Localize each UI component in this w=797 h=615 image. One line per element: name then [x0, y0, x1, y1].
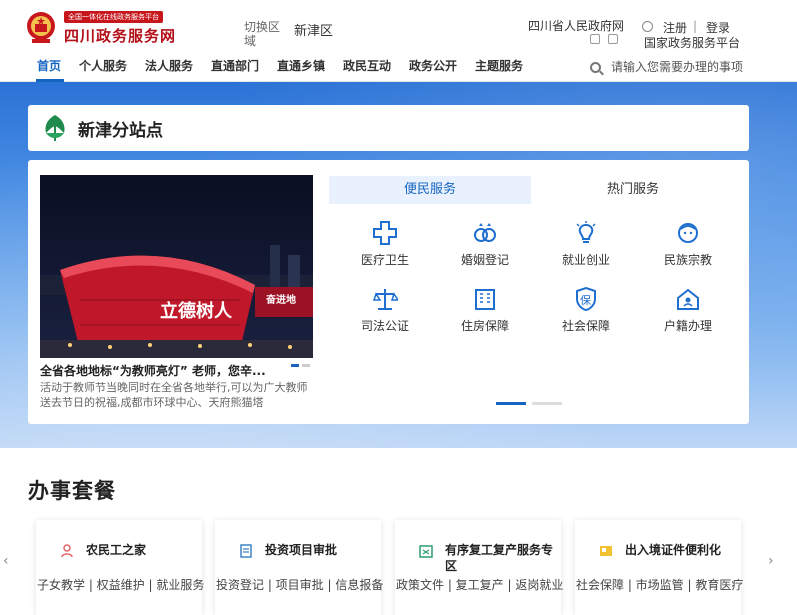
current-area-label: 新津区: [294, 24, 334, 39]
worker-icon: [61, 544, 73, 558]
site-title: 四川政务服务网: [64, 27, 177, 45]
nav-corporate[interactable]: 法人服务: [145, 57, 193, 74]
user-icon: [642, 21, 653, 32]
package-head: 投资项目审批: [215, 542, 381, 558]
news-headline[interactable]: 全省各地地标“为教师亮灯” 老师，您辛...: [40, 362, 313, 379]
service-label: 就业创业: [561, 253, 610, 267]
search-icon[interactable]: [590, 61, 601, 73]
package-card-investment[interactable]: 投资项目审批: [215, 520, 381, 615]
nav-towns[interactable]: 直通乡镇: [277, 57, 325, 74]
service-marriage[interactable]: 婚姻登记: [435, 220, 535, 268]
package-links-migrant[interactable]: 子女教学 | 权益维护 | 就业服务: [37, 576, 204, 593]
package-name: 投资项目审批: [265, 543, 338, 557]
scales-icon: [372, 289, 398, 310]
home-id-icon: [677, 288, 699, 310]
photo-sign-left: 立德树人: [160, 300, 233, 322]
service-housing[interactable]: 住房保障: [435, 286, 535, 334]
leaf-logo-icon: [45, 115, 65, 141]
photo-sign-right: 奋进地: [265, 293, 296, 306]
package-name: 有序复工复产服务专区: [445, 543, 554, 573]
package-links-investment[interactable]: 投资登记 | 项目审批 | 信息报备: [216, 576, 383, 593]
package-links-resumption[interactable]: 政策文件 | 复工复产 | 返岗就业: [396, 576, 563, 593]
platform-tag: 全国一体化在线政务服务平台: [64, 11, 163, 23]
service-employment[interactable]: 就业创业: [536, 220, 636, 268]
national-platform-link[interactable]: 国家政务服务平台: [644, 34, 740, 51]
news-carousel-dots[interactable]: [291, 364, 310, 367]
factory-icon: [419, 545, 433, 558]
service-label: 户籍办理: [663, 319, 712, 333]
nav-personal[interactable]: 个人服务: [79, 57, 127, 74]
ethnic-face-icon: [678, 223, 698, 243]
news-description: 活动于教师节当晚同时在全省各地举行,可以为广大教师送去节日的祝福,成都市环球中心…: [40, 381, 308, 409]
package-head: 有序复工复产服务专区: [395, 542, 561, 574]
service-label: 民族宗教: [663, 253, 712, 267]
search-box[interactable]: [590, 56, 770, 78]
package-head: 出入境证件便利化: [575, 542, 741, 558]
service-social-security[interactable]: 保 社会保障: [536, 286, 636, 334]
nav-home[interactable]: 首页: [37, 57, 61, 74]
passport-icon: [600, 546, 612, 556]
package-name: 农民工之家: [86, 543, 147, 557]
news-photo[interactable]: 立德树人 奋进地: [40, 175, 313, 358]
service-label: 住房保障: [460, 319, 509, 333]
news-dot-active[interactable]: [291, 364, 299, 367]
site-header: 全国一体化在线政务服务平台 四川政务服务网 切换区域 新津区 四川省人民政府网 …: [0, 0, 797, 52]
package-card-resumption[interactable]: 有序复工复产服务专区: [395, 520, 561, 615]
medical-cross-icon: [373, 221, 397, 245]
package-card-migrant-workers[interactable]: 农民工之家: [36, 520, 202, 615]
pager-dot-active[interactable]: [496, 402, 526, 405]
pager-dot[interactable]: [532, 402, 562, 405]
service-judicial[interactable]: 司法公证: [335, 286, 435, 334]
package-head: 农民工之家: [36, 542, 202, 558]
service-medical[interactable]: 医疗卫生: [335, 220, 435, 268]
packages-next-arrow[interactable]: ›: [768, 553, 774, 569]
substation-title: 新津分站点: [78, 120, 163, 141]
svg-text:保: 保: [580, 293, 591, 307]
rings-icon: [474, 223, 496, 242]
nav-departments[interactable]: 直通部门: [211, 57, 259, 74]
logo-text: 全国一体化在线政务服务平台 四川政务服务网: [64, 8, 176, 46]
search-input[interactable]: [611, 60, 761, 74]
nav-themes[interactable]: 主题服务: [475, 57, 523, 74]
lightbulb-icon: [576, 221, 596, 243]
service-label: 社会保障: [561, 319, 610, 333]
service-label: 司法公证: [360, 319, 409, 333]
weibo-icon[interactable]: [590, 34, 600, 44]
packages-title: 办事套餐: [28, 479, 116, 503]
tab-hot-services[interactable]: 热门服务: [532, 176, 734, 204]
main-nav: 首页 个人服务 法人服务 直通部门 直通乡镇 政民互动 政务公开 主题服务: [0, 52, 797, 82]
service-household-registration[interactable]: 户籍办理: [638, 286, 738, 334]
nav-interaction[interactable]: 政民互动: [343, 57, 391, 74]
tab-convenience-services[interactable]: 便民服务: [329, 176, 531, 204]
mobile-icon[interactable]: [608, 34, 618, 44]
nav-gov-affairs[interactable]: 政务公开: [409, 57, 457, 74]
gov-icon-group: [590, 34, 618, 44]
site-logo[interactable]: 全国一体化在线政务服务平台 四川政务服务网: [26, 8, 176, 46]
service-label: 医疗卫生: [360, 253, 409, 267]
shield-bao-icon: 保: [576, 286, 596, 312]
national-emblem-icon: [27, 12, 55, 43]
document-icon: [240, 544, 252, 558]
package-card-exit-entry[interactable]: 出入境证件便利化: [575, 520, 741, 615]
switch-area-link[interactable]: 切换区域: [244, 20, 282, 48]
news-photo-image: 立德树人 奋进地: [40, 175, 313, 358]
substation-header: 新津分站点: [28, 105, 749, 151]
provincial-gov-link[interactable]: 四川省人民政府网: [528, 17, 624, 34]
service-pager[interactable]: [496, 402, 562, 405]
news-dot[interactable]: [302, 364, 310, 367]
package-links-exit-entry[interactable]: 社会保障 | 市场监管 | 教育医疗: [576, 576, 743, 593]
service-tabs: 便民服务 热门服务: [329, 176, 734, 204]
housing-icon: [475, 289, 495, 310]
service-ethnic-religion[interactable]: 民族宗教: [638, 220, 738, 268]
service-label: 婚姻登记: [460, 253, 509, 267]
service-card: 立德树人 奋进地 全省各地地标“为教师亮灯” 老师，您辛... 活动于教师节当晚…: [28, 160, 749, 424]
packages-prev-arrow[interactable]: ‹: [3, 553, 9, 569]
header-separator: |: [693, 19, 698, 33]
package-name: 出入境证件便利化: [625, 543, 722, 557]
